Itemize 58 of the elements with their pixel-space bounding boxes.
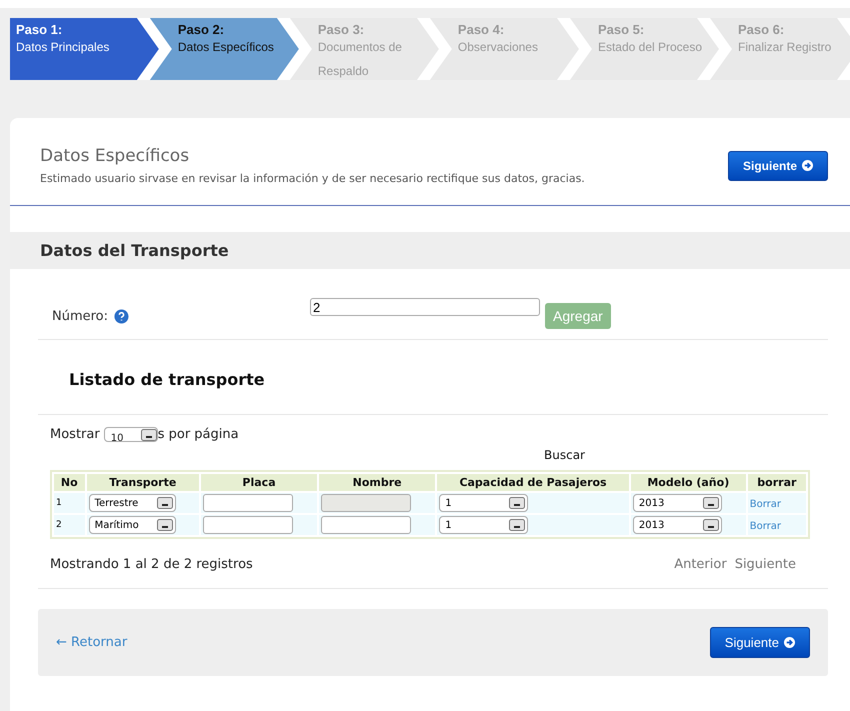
capacity-select[interactable]: 1: [439, 494, 528, 512]
dropdown-icon: [702, 497, 719, 509]
column-header: Modelo (año): [630, 474, 746, 491]
plate-field[interactable]: [202, 516, 293, 534]
show-label: Mostrar: [50, 427, 100, 442]
column-header: Capacidad de Pasajeros: [437, 474, 629, 491]
dropdown-icon: [509, 519, 526, 531]
step-number: Paso 5:: [598, 22, 646, 37]
help-icon[interactable]: [114, 308, 130, 324]
row-number: 2: [56, 520, 62, 530]
back-link[interactable]: ← Retornar: [56, 635, 128, 650]
column-header: Placa: [200, 474, 318, 491]
field-label: Número:: [52, 308, 108, 324]
page-subtitle: Estimado usuario sirvase en revisar la información y de ser necesario rectifique sus datos, gracias.: [40, 172, 585, 185]
pagination-link[interactable]: Anterior: [674, 557, 727, 572]
column-header: borrar: [748, 474, 806, 491]
dropdown-icon: [156, 497, 173, 509]
page-title: Datos Específicos: [40, 146, 190, 166]
step-number: Paso 1:: [16, 22, 64, 37]
page-size-select[interactable]: 10: [104, 427, 158, 442]
next-button[interactable]: Siguiente: [728, 150, 828, 180]
step-number: Paso 6:: [738, 22, 786, 37]
arrow-right-icon: [784, 637, 795, 648]
year-select[interactable]: 2013: [632, 516, 722, 534]
next-button[interactable]: Siguiente: [710, 627, 810, 658]
step-title: Datos Específicos: [178, 39, 275, 56]
column-header: Transporte: [86, 474, 199, 491]
table-info: Mostrando 1 al 2 de 2 registros: [50, 557, 253, 572]
step-title: Observaciones: [458, 39, 539, 56]
step-number: Paso 2:: [178, 22, 226, 37]
dropdown-icon: [509, 497, 526, 509]
year-select[interactable]: 2013: [632, 494, 722, 512]
step-title: Estado del Proceso: [598, 39, 704, 56]
dropdown-icon: [140, 428, 157, 440]
section-header: Datos del Transporte: [10, 232, 850, 269]
list-title: Listado de transporte: [68, 369, 266, 391]
search-label: Buscar: [544, 448, 585, 462]
step-number: Paso 3:: [318, 22, 366, 37]
step-title: Datos Principales: [16, 39, 110, 56]
number-field[interactable]: 2: [310, 298, 540, 316]
dropdown-icon: [702, 519, 719, 531]
step-number: Paso 4:: [458, 22, 506, 37]
transport-select[interactable]: Terrestre: [88, 494, 176, 512]
capacity-select[interactable]: 1: [439, 516, 528, 534]
per-page-label: s por página: [158, 427, 239, 442]
dropdown-icon: [156, 519, 173, 531]
step-title: Documentos de Respaldo: [318, 39, 403, 80]
pagination-link[interactable]: Siguiente: [734, 557, 796, 572]
arrow-right-icon: [802, 160, 813, 171]
name-field[interactable]: [321, 516, 412, 534]
column-header: No: [54, 474, 85, 491]
column-header: Nombre: [319, 474, 436, 491]
transport-select[interactable]: Marítimo: [88, 516, 176, 534]
wizard-step[interactable]: Paso 1: Datos Principales: [10, 18, 159, 80]
plate-field[interactable]: [202, 494, 293, 512]
step-title: Finalizar Registro: [738, 39, 832, 56]
row-number: 1: [56, 498, 62, 508]
wizard-step[interactable]: Paso 2: Datos Específicos: [150, 18, 299, 80]
